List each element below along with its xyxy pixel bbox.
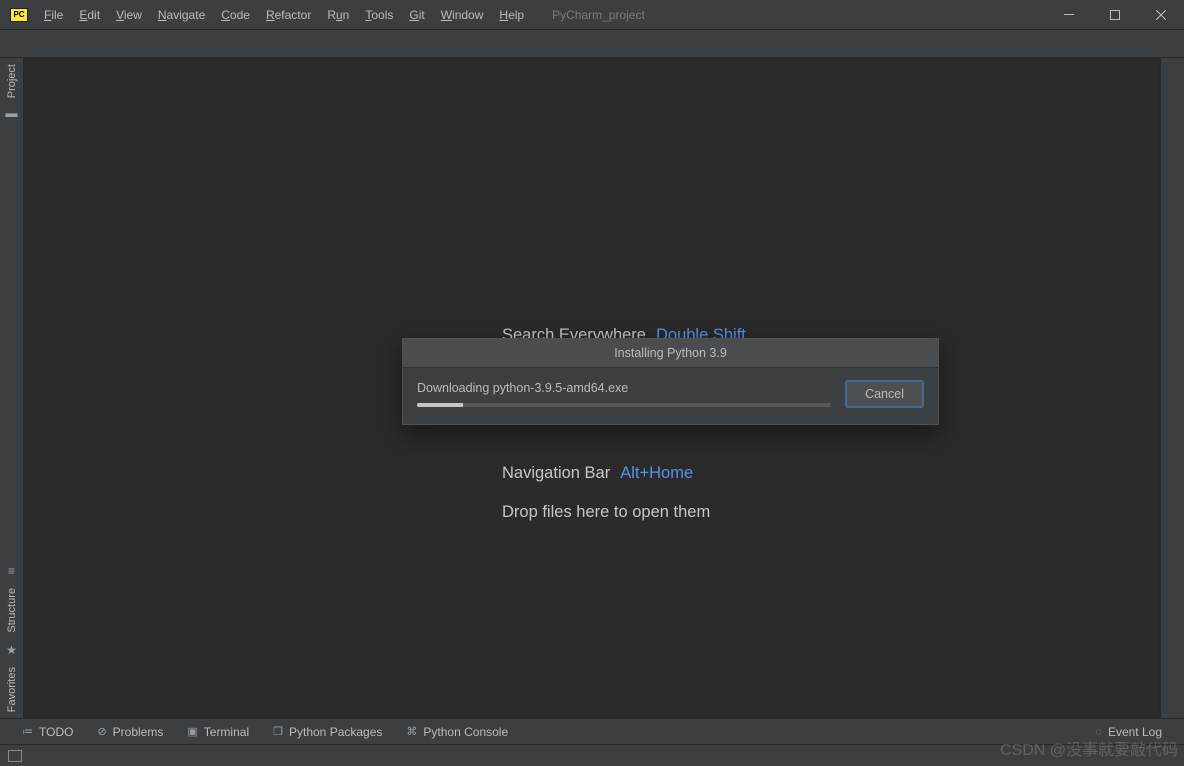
menu-navigate[interactable]: Navigate xyxy=(150,8,213,22)
packages-icon: ❒ xyxy=(273,725,283,738)
star-icon: ★ xyxy=(6,643,17,657)
menu-edit[interactable]: Edit xyxy=(71,8,108,22)
panel-todo-label: TODO xyxy=(39,725,73,739)
hint-nav-shortcut: Alt+Home xyxy=(620,464,693,483)
pycharm-app-icon: PC xyxy=(10,8,28,22)
python-icon: ⌘ xyxy=(406,725,417,738)
statusbar xyxy=(0,744,1184,766)
panel-terminal[interactable]: ▣ Terminal xyxy=(175,725,261,739)
close-button[interactable] xyxy=(1138,0,1184,30)
panel-problems[interactable]: ⊘ Problems xyxy=(85,725,175,739)
right-sidebar xyxy=(1160,58,1184,718)
panel-console[interactable]: ⌘ Python Console xyxy=(394,725,520,739)
window-controls xyxy=(1046,0,1184,30)
terminal-icon: ▣ xyxy=(187,725,197,738)
sidebar-tab-favorites[interactable]: Favorites xyxy=(6,667,18,712)
panel-packages[interactable]: ❒ Python Packages xyxy=(261,725,394,739)
folder-icon: ▬ xyxy=(6,106,18,120)
sidebar-tab-structure[interactable]: Structure xyxy=(6,588,18,633)
hint-navigation: Navigation Bar Alt+Home xyxy=(502,464,693,483)
hint-nav-label: Navigation Bar xyxy=(502,464,610,483)
bottom-toolbar: ≔ TODO ⊘ Problems ▣ Terminal ❒ Python Packag… xyxy=(0,718,1184,744)
cancel-button[interactable]: Cancel xyxy=(845,380,924,408)
project-name: PyCharm_project xyxy=(552,8,645,22)
minimize-button[interactable] xyxy=(1046,0,1092,30)
menu-git[interactable]: Git xyxy=(401,8,432,22)
progress-bar xyxy=(417,403,831,407)
menu-help[interactable]: Help xyxy=(491,8,532,22)
dialog-body: Downloading python-3.9.5-amd64.exe Cance… xyxy=(403,368,938,424)
menu-refactor[interactable]: Refactor xyxy=(258,8,319,22)
panel-packages-label: Python Packages xyxy=(289,725,382,739)
panel-problems-label: Problems xyxy=(113,725,164,739)
list-icon: ≔ xyxy=(22,725,33,738)
dialog-title: Installing Python 3.9 xyxy=(403,339,938,368)
left-sidebar: Project ▬ ≡ Structure ★ Favorites xyxy=(0,58,24,718)
menu-run[interactable]: Run xyxy=(319,8,357,22)
panel-terminal-label: Terminal xyxy=(204,725,249,739)
maximize-button[interactable] xyxy=(1092,0,1138,30)
install-dialog: Installing Python 3.9 Downloading python… xyxy=(402,338,939,425)
hint-drop: Drop files here to open them xyxy=(502,503,710,522)
panel-todo[interactable]: ≔ TODO xyxy=(10,725,85,739)
structure-icon: ≡ xyxy=(8,564,15,578)
sidebar-tab-project[interactable]: Project xyxy=(6,64,18,98)
panel-eventlog-label: Event Log xyxy=(1108,725,1162,739)
menu-code[interactable]: Code xyxy=(213,8,258,22)
panel-eventlog[interactable]: ◌ Event Log xyxy=(1083,725,1174,739)
titlebar: PC File Edit View Navigate Code Refactor… xyxy=(0,0,1184,30)
menu-window[interactable]: Window xyxy=(433,8,492,22)
eventlog-icon: ◌ xyxy=(1095,726,1102,738)
panel-console-label: Python Console xyxy=(423,725,508,739)
menu-file[interactable]: File xyxy=(36,8,71,22)
statusbar-icon[interactable] xyxy=(8,750,22,762)
warning-icon: ⊘ xyxy=(97,725,106,738)
menu-view[interactable]: View xyxy=(108,8,150,22)
dialog-message: Downloading python-3.9.5-amd64.exe xyxy=(417,381,831,395)
menu-tools[interactable]: Tools xyxy=(357,8,401,22)
progress-fill xyxy=(417,403,463,407)
toolbar xyxy=(0,30,1184,58)
